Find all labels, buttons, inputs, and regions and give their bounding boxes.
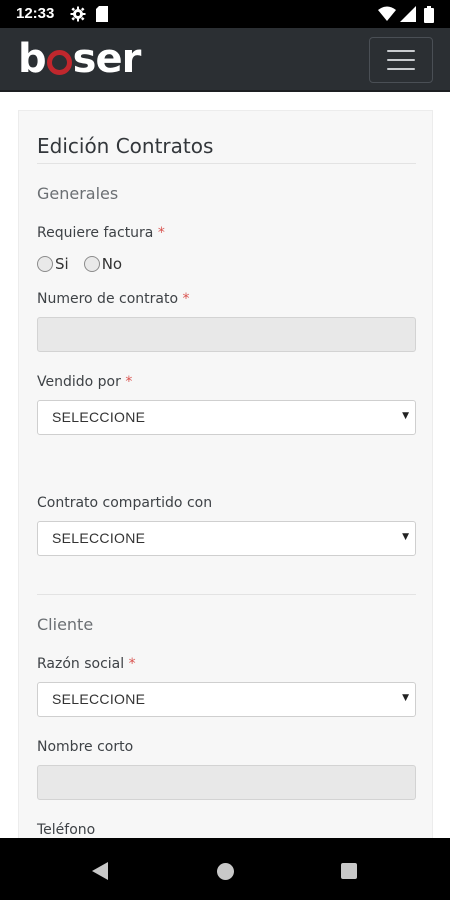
- logo-o-ring: [46, 49, 72, 75]
- razon-social-label: Razón social *: [37, 656, 136, 672]
- hamburger-line: [387, 59, 415, 61]
- required-mark: *: [157, 225, 165, 241]
- contrato-compartido-select[interactable]: SELECCIONE ▼: [37, 521, 416, 556]
- recents-icon[interactable]: [341, 863, 357, 883]
- vendido-por-text: Vendido por: [37, 374, 121, 390]
- section-generales: Generales: [37, 184, 119, 203]
- required-mark: *: [125, 374, 133, 390]
- requiere-factura-radio-group: Si No: [37, 255, 137, 273]
- wifi-icon: [378, 6, 396, 26]
- dropdown-caret-icon: ▼: [402, 693, 409, 703]
- hamburger-menu-button[interactable]: [369, 37, 433, 83]
- page-title: Edición Contratos: [37, 134, 214, 158]
- dropdown-caret-icon: ▼: [402, 411, 409, 421]
- numero-contrato-input[interactable]: [37, 317, 416, 352]
- dropdown-caret-icon: ▼: [402, 532, 409, 542]
- settings-icon: [70, 6, 86, 26]
- razon-social-selected: SELECCIONE: [52, 691, 146, 707]
- required-mark: *: [128, 656, 136, 672]
- contrato-compartido-label: Contrato compartido con: [37, 495, 213, 511]
- radio-no[interactable]: [83, 256, 100, 272]
- battery-icon: [424, 6, 434, 27]
- home-icon[interactable]: [217, 863, 234, 884]
- back-icon[interactable]: [92, 862, 108, 884]
- nombre-corto-input[interactable]: [37, 765, 416, 800]
- nombre-corto-label: Nombre corto: [37, 739, 134, 755]
- status-bar: 12:33: [0, 0, 450, 28]
- system-nav-bar: [0, 838, 450, 900]
- contract-edit-card: Edición Contratos Generales Requiere fac…: [18, 110, 433, 850]
- app-navbar: b ser: [0, 28, 450, 92]
- vendido-por-label: Vendido por *: [37, 374, 132, 390]
- radio-si-label[interactable]: Si: [55, 255, 69, 273]
- contrato-compartido-selected: SELECCIONE: [52, 530, 146, 546]
- vendido-por-selected: SELECCIONE: [52, 409, 146, 425]
- requiere-factura-text: Requiere factura: [37, 225, 154, 241]
- section-divider: [37, 594, 416, 595]
- numero-contrato-text: Numero de contrato: [37, 291, 179, 307]
- razon-social-select[interactable]: SELECCIONE ▼: [37, 682, 416, 717]
- vendido-por-select[interactable]: SELECCIONE ▼: [37, 400, 416, 435]
- signal-icon: [400, 6, 416, 26]
- logo-text-end: ser: [72, 36, 142, 82]
- logo-text-start: b: [18, 36, 47, 82]
- required-mark: *: [182, 291, 190, 307]
- boser-logo[interactable]: b ser: [18, 36, 142, 82]
- status-time: 12:33: [16, 5, 55, 22]
- numero-contrato-label: Numero de contrato *: [37, 291, 189, 307]
- sim-card-icon: [96, 6, 108, 26]
- hamburger-line: [387, 68, 415, 70]
- title-divider: [37, 163, 416, 164]
- hamburger-line: [387, 50, 415, 52]
- section-cliente: Cliente: [37, 615, 94, 634]
- requiere-factura-label: Requiere factura *: [37, 225, 165, 241]
- telefono-label: Teléfono: [37, 822, 96, 838]
- radio-no-label[interactable]: No: [102, 255, 122, 273]
- radio-si[interactable]: [37, 256, 53, 272]
- razon-social-text: Razón social: [37, 656, 125, 672]
